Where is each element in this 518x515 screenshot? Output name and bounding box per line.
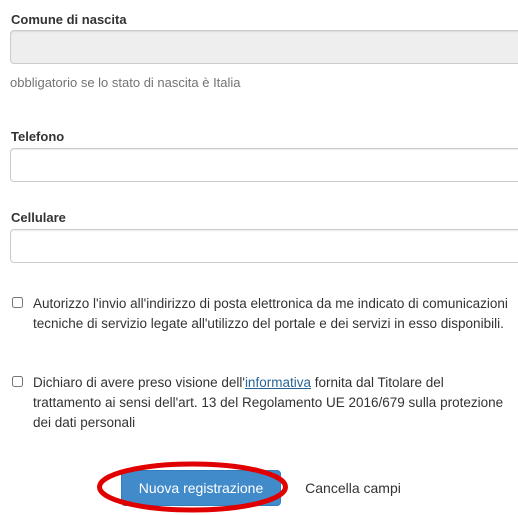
privacy-text-before: Dichiaro di avere preso visione dell' [33,375,245,390]
nuova-registrazione-button[interactable]: Nuova registrazione [121,470,281,506]
consent-email-checkbox[interactable] [12,297,23,308]
privacy-checkbox[interactable] [12,376,23,387]
cellulare-label: Cellulare [11,210,66,225]
cancella-campi-button[interactable]: Cancella campi [293,470,413,506]
telefono-input[interactable] [10,148,518,182]
comune-help-text: obbligatorio se lo stato di nascita è It… [10,75,241,90]
cellulare-input[interactable] [10,229,518,263]
consent-email-text: Autorizzo l'invio all'indirizzo di posta… [33,296,508,331]
telefono-label: Telefono [11,129,65,144]
comune-label: Comune di nascita [11,12,127,27]
informativa-link[interactable]: informativa [245,375,311,390]
privacy-text: Dichiaro di avere preso visione dell'inf… [33,373,513,433]
comune-input[interactable] [10,30,518,64]
